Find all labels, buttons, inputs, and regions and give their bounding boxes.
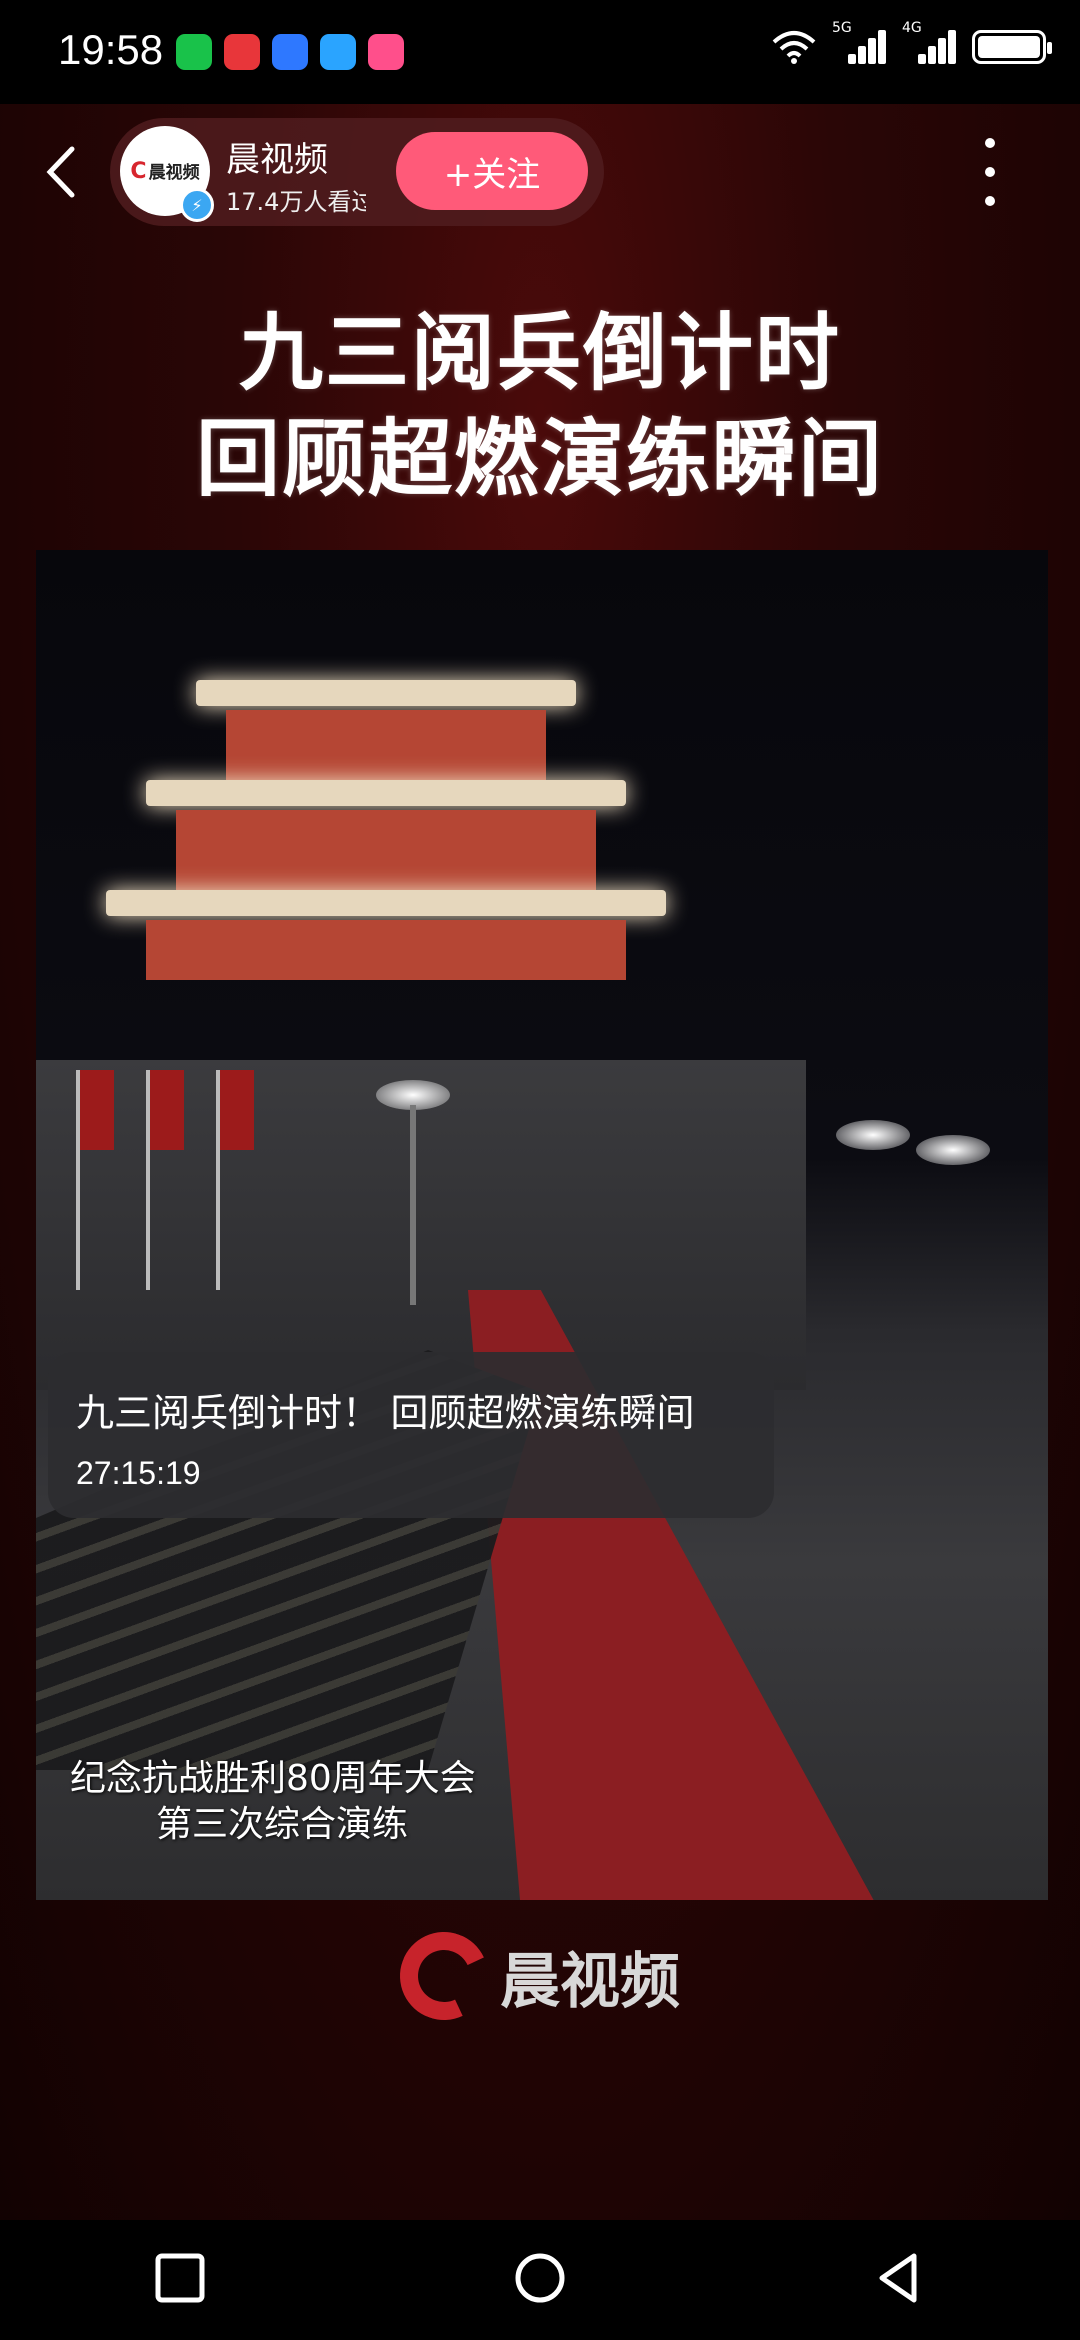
notification-icons <box>176 34 404 74</box>
tower-roof <box>106 890 666 916</box>
square-icon <box>155 2253 205 2303</box>
status-bar: 19:58 5G 4G <box>0 0 1080 104</box>
circle-icon <box>515 2253 565 2303</box>
street-lamp <box>916 1135 990 1165</box>
pink-app-icon <box>368 34 404 70</box>
network-label-4g: 4G <box>902 20 922 36</box>
brand-name: 晨视频 <box>500 1946 680 2017</box>
battery-icon <box>972 30 1052 64</box>
brand-c-icon <box>387 1919 501 2033</box>
dot-icon <box>985 196 995 206</box>
triangle-back-icon <box>879 2253 917 2303</box>
caption-line-2: 第三次综合演练 <box>156 1804 409 1845</box>
signal-4g-icon: 4G <box>902 20 956 64</box>
system-nav-bar <box>0 2220 1080 2340</box>
system-icons: 5G 4G <box>772 20 1052 64</box>
flag <box>216 1070 254 1290</box>
flag <box>146 1070 184 1290</box>
view-count: 17.4万人看过 <box>226 188 366 216</box>
back-button[interactable] <box>44 140 90 204</box>
more-options-button[interactable] <box>978 138 1002 206</box>
video-headline: 九三阅兵倒计时 回顾超燃演练瞬间 <box>0 300 1080 512</box>
headline-line-2: 回顾超燃演练瞬间 <box>195 410 884 508</box>
back-nav-button[interactable] <box>870 2248 930 2312</box>
tower-roof <box>146 780 626 806</box>
signal-5g-icon: 5G <box>832 20 886 64</box>
gate-tower <box>106 640 666 1100</box>
tower-roof <box>196 680 576 706</box>
red-app-icon <box>224 34 260 70</box>
headline-line-1: 九三阅兵倒计时 <box>238 304 841 402</box>
recent-apps-button[interactable] <box>150 2248 210 2312</box>
wifi-icon <box>772 30 816 64</box>
avatar-logo: C 晨视频 <box>130 159 200 184</box>
home-button[interactable] <box>510 2248 570 2312</box>
cloud-icon <box>320 34 356 70</box>
tower-floor <box>176 810 596 890</box>
wechat-icon <box>176 34 212 70</box>
brand-watermark: 晨视频 <box>0 1919 1080 2033</box>
dot-icon <box>985 167 995 177</box>
tower-floor <box>226 710 546 780</box>
street-lamp <box>836 1120 910 1150</box>
tower-floor <box>146 920 626 980</box>
chevron-left-icon <box>46 146 75 198</box>
video-info-card[interactable]: 九三阅兵倒计时！ 回顾超燃演练瞬间 27:15:19 <box>48 1352 774 1518</box>
video-player[interactable]: 纪念抗战胜利80周年大会 第三次综合演练 <box>36 550 1048 1900</box>
account-name[interactable]: 晨视频 <box>226 132 328 181</box>
flag <box>76 1070 114 1290</box>
video-caption: 纪念抗战胜利80周年大会 第三次综合演练 <box>70 1756 476 1848</box>
status-time: 19:58 <box>58 26 164 73</box>
caption-line-1: 纪念抗战胜利80周年大会 <box>70 1758 476 1799</box>
video-title: 九三阅兵倒计时！ 回顾超燃演练瞬间 <box>76 1393 695 1435</box>
video-timestamp: 27:15:19 <box>76 1455 201 1491</box>
follow-button[interactable]: +关注 <box>396 132 588 210</box>
lamp-post <box>410 1105 416 1305</box>
verified-lightning-icon: ⚡ <box>180 188 214 222</box>
network-label-5g: 5G <box>832 20 852 36</box>
dot-icon <box>985 138 995 148</box>
blue-weather-icon <box>272 34 308 70</box>
